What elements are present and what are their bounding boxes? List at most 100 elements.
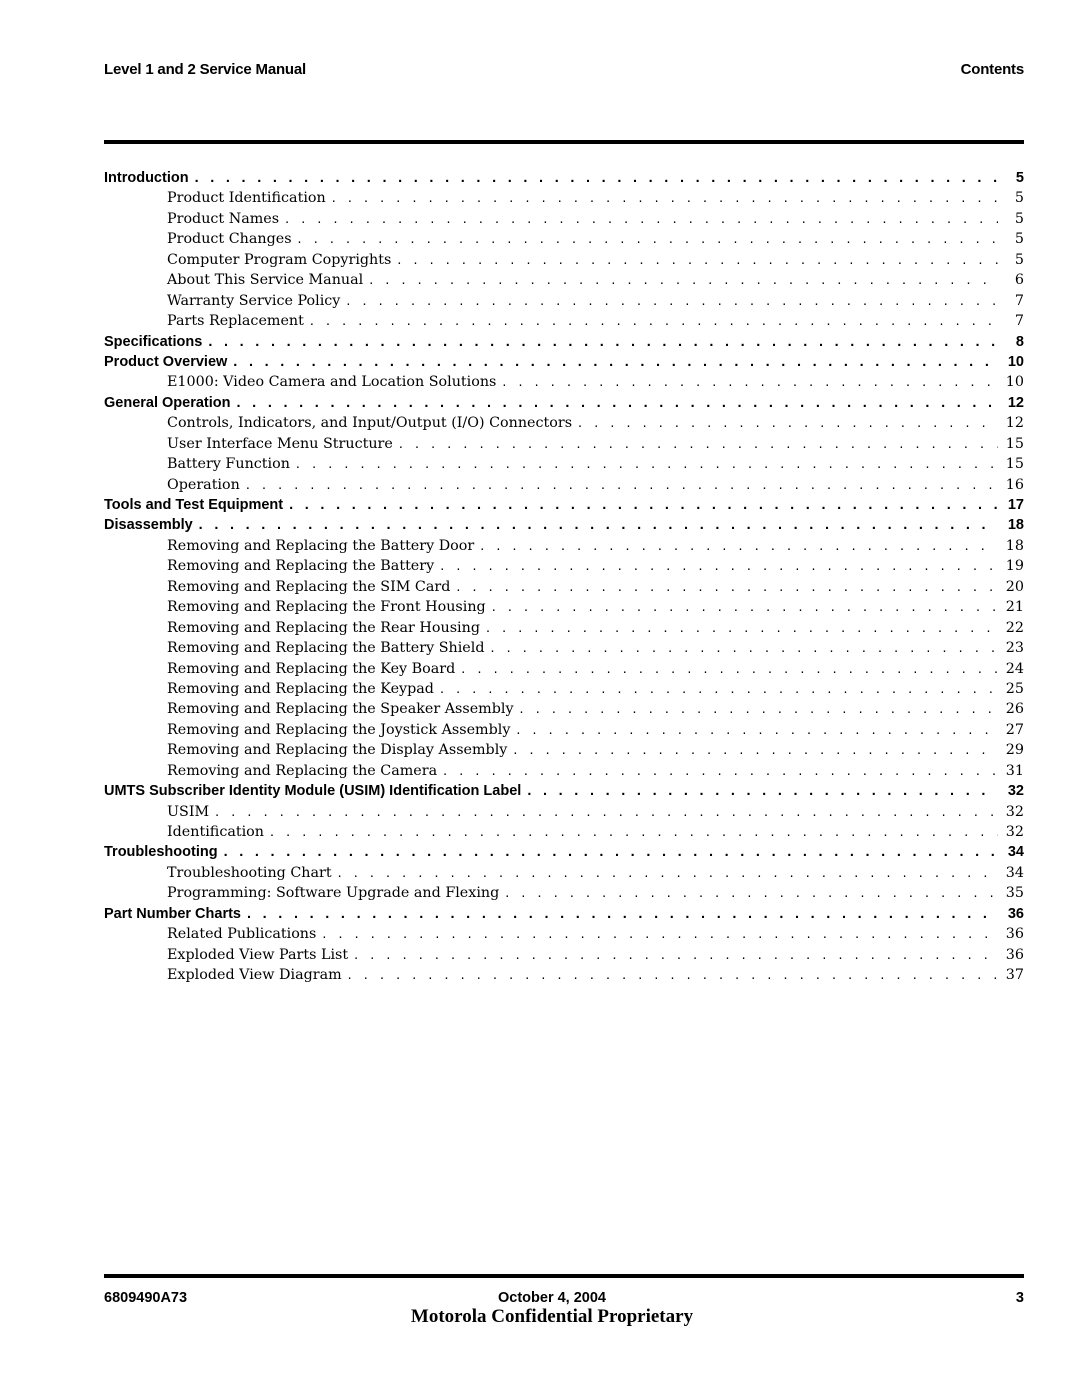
toc-page-number: 18 <box>1005 537 1024 554</box>
toc-subsection-entry[interactable]: Removing and Replacing the Joystick Asse… <box>104 721 1024 742</box>
toc-subsection-entry[interactable]: Removing and Replacing the Camera. . . .… <box>104 762 1024 783</box>
toc-entry-title: Removing and Replacing the Joystick Asse… <box>167 721 517 738</box>
toc-page-number: 36 <box>1007 905 1024 922</box>
toc-entry-title: Product Identification <box>167 190 332 207</box>
toc-section-entry[interactable]: Product Overview. . . . . . . . . . . . … <box>104 353 1024 374</box>
toc-entry-title: Operation <box>167 476 246 493</box>
dot-leader: . . . . . . . . . . . . . . . . . . . . … <box>297 231 998 248</box>
dot-leader: . . . . . . . . . . . . . . . . . . . . … <box>309 313 998 330</box>
toc-subsection-entry[interactable]: Removing and Replacing the Front Housing… <box>104 599 1024 619</box>
toc-page-number: 18 <box>1007 517 1024 534</box>
toc-section-entry[interactable]: Tools and Test Equipment. . . . . . . . … <box>104 497 1024 517</box>
confidentiality-notice: Motorola Confidential Proprietary <box>410 1306 694 1327</box>
dot-leader: . . . . . . . . . . . . . . . . . . . . … <box>354 946 998 963</box>
toc-subsection-entry[interactable]: Product Identification. . . . . . . . . … <box>104 190 1024 210</box>
toc-entry-title: Parts Replacement <box>167 313 310 330</box>
toc-section-entry[interactable]: Disassembly. . . . . . . . . . . . . . .… <box>104 517 1024 537</box>
toc-page-number: 31 <box>1005 762 1024 779</box>
toc-page-number: 25 <box>1005 680 1024 697</box>
toc-subsection-entry[interactable]: Operation. . . . . . . . . . . . . . . .… <box>104 476 1024 497</box>
toc-subsection-entry[interactable]: Product Names. . . . . . . . . . . . . .… <box>104 210 1024 231</box>
toc-page-number: 6 <box>1014 272 1024 289</box>
toc-page-number: 26 <box>1005 701 1024 718</box>
toc-section-entry[interactable]: General Operation. . . . . . . . . . . .… <box>104 394 1024 415</box>
toc-page-number: 10 <box>1005 374 1024 391</box>
toc-subsection-entry[interactable]: Removing and Replacing the Keypad. . . .… <box>104 680 1024 701</box>
toc-section-entry[interactable]: Part Number Charts. . . . . . . . . . . … <box>104 905 1024 926</box>
toc-subsection-entry[interactable]: Parts Replacement. . . . . . . . . . . .… <box>104 313 1024 333</box>
toc-section-entry[interactable]: Introduction. . . . . . . . . . . . . . … <box>104 170 1024 190</box>
toc-page-number: 27 <box>1005 721 1024 738</box>
toc-entry-title: Removing and Replacing the Speaker Assem… <box>167 701 520 718</box>
dot-leader: . . . . . . . . . . . . . . . . . . . . … <box>198 517 998 534</box>
toc-subsection-entry[interactable]: Removing and Replacing the Battery Shiel… <box>104 640 1024 660</box>
toc-entry-title: USIM <box>167 803 216 820</box>
toc-subsection-entry[interactable]: Controls, Indicators, and Input/Output (… <box>104 415 1024 435</box>
toc-subsection-entry[interactable]: About This Service Manual. . . . . . . .… <box>104 272 1024 292</box>
toc-page-number: 37 <box>1005 967 1024 984</box>
toc-subsection-entry[interactable]: Product Changes. . . . . . . . . . . . .… <box>104 231 1024 251</box>
toc-subsection-entry[interactable]: Removing and Replacing the Key Board. . … <box>104 660 1024 681</box>
toc-subsection-entry[interactable]: Warranty Service Policy. . . . . . . . .… <box>104 292 1024 313</box>
toc-subsection-entry[interactable]: User Interface Menu Structure. . . . . .… <box>104 435 1024 456</box>
dot-leader: . . . . . . . . . . . . . . . . . . . . … <box>369 272 998 289</box>
dot-leader: . . . . . . . . . . . . . . . . . . . . … <box>578 415 998 432</box>
toc-entry-title: Battery Function <box>167 456 296 473</box>
toc-page-number: 5 <box>1014 231 1024 248</box>
toc-page-number: 24 <box>1005 660 1024 677</box>
dot-leader: . . . . . . . . . . . . . . . . . . . . … <box>337 864 998 881</box>
toc-entry-title: About This Service Manual <box>167 272 370 289</box>
dot-leader: . . . . . . . . . . . . . . . . . . . . … <box>443 762 998 779</box>
toc-page-number: 8 <box>1015 333 1024 350</box>
toc-subsection-entry[interactable]: Troubleshooting Chart. . . . . . . . . .… <box>104 864 1024 885</box>
dot-leader: . . . . . . . . . . . . . . . . . . . . … <box>295 456 998 473</box>
dot-leader: . . . . . . . . . . . . . . . . . . . . … <box>289 497 998 513</box>
toc-subsection-entry[interactable]: Battery Function. . . . . . . . . . . . … <box>104 456 1024 476</box>
toc-section-entry[interactable]: UMTS Subscriber Identity Module (USIM) I… <box>104 783 1024 803</box>
toc-page-number: 5 <box>1014 251 1024 268</box>
section-title: Contents <box>960 61 1025 78</box>
toc-subsection-entry[interactable]: USIM. . . . . . . . . . . . . . . . . . … <box>104 803 1024 824</box>
toc-subsection-entry[interactable]: Identification. . . . . . . . . . . . . … <box>104 824 1024 844</box>
toc-subsection-entry[interactable]: Related Publications. . . . . . . . . . … <box>104 926 1024 946</box>
dot-leader: . . . . . . . . . . . . . . . . . . . . … <box>461 660 998 677</box>
toc-subsection-entry[interactable]: Removing and Replacing the Speaker Assem… <box>104 701 1024 721</box>
toc-page-number: 5 <box>1014 210 1024 227</box>
toc-entry-title: Exploded View Diagram <box>167 967 348 984</box>
toc-subsection-entry[interactable]: E1000: Video Camera and Location Solutio… <box>104 374 1024 394</box>
toc-subsection-entry[interactable]: Removing and Replacing the Battery Door.… <box>104 537 1024 558</box>
toc-section-entry[interactable]: Specifications. . . . . . . . . . . . . … <box>104 333 1024 354</box>
table-of-contents: Introduction . . . . . . . . . . . . . . … <box>104 170 1024 988</box>
toc-entry-title: Tools and Test Equipment <box>104 497 290 513</box>
toc-page-number: 34 <box>1007 844 1024 861</box>
toc-subsection-entry[interactable]: Removing and Replacing the Rear Housing.… <box>104 619 1024 640</box>
toc-entry-title: Removing and Replacing the Rear Housing <box>167 619 486 636</box>
toc-section-entry[interactable]: Troubleshooting. . . . . . . . . . . . .… <box>104 844 1024 864</box>
publication-date: October 4, 2004 <box>498 1290 606 1306</box>
toc-entry-title: Warranty Service Policy <box>167 292 347 309</box>
toc-entry-title: Introduction <box>104 170 195 186</box>
dot-leader: . . . . . . . . . . . . . . . . . . . . … <box>485 619 998 636</box>
dot-leader: . . . . . . . . . . . . . . . . . . . . … <box>223 844 998 861</box>
header-divider <box>104 140 1024 144</box>
toc-subsection-entry[interactable]: Removing and Replacing the Display Assem… <box>104 742 1024 762</box>
dot-leader: . . . . . . . . . . . . . . . . . . . . … <box>398 435 998 452</box>
toc-subsection-entry[interactable]: Removing and Replacing the Battery. . . … <box>104 558 1024 578</box>
toc-entry-title: Removing and Replacing the Camera <box>167 762 444 779</box>
dot-leader: . . . . . . . . . . . . . . . . . . . . … <box>480 537 998 554</box>
toc-page-number: 20 <box>1005 578 1024 595</box>
toc-page-number: 36 <box>1005 926 1024 943</box>
toc-subsection-entry[interactable]: Programming: Software Upgrade and Flexin… <box>104 885 1024 905</box>
dot-leader: . . . . . . . . . . . . . . . . . . . . … <box>502 374 998 391</box>
toc-subsection-entry[interactable]: Removing and Replacing the SIM Card. . .… <box>104 578 1024 599</box>
toc-entry-title: Specifications <box>104 333 209 350</box>
toc-page-number: 10 <box>1007 353 1024 370</box>
toc-page-number: 32 <box>1005 803 1024 820</box>
toc-subsection-entry[interactable]: Exploded View Parts List. . . . . . . . … <box>104 946 1024 967</box>
toc-page-number: 5 <box>1015 170 1024 186</box>
toc-subsection-entry[interactable]: Exploded View Diagram. . . . . . . . . .… <box>104 967 1024 987</box>
toc-entry-title: Part Number Charts <box>104 905 247 922</box>
toc-subsection-entry[interactable]: Computer Program Copyrights. . . . . . .… <box>104 251 1024 272</box>
toc-page-number: 29 <box>1005 742 1024 759</box>
toc-entry-title: Identification <box>167 824 270 840</box>
